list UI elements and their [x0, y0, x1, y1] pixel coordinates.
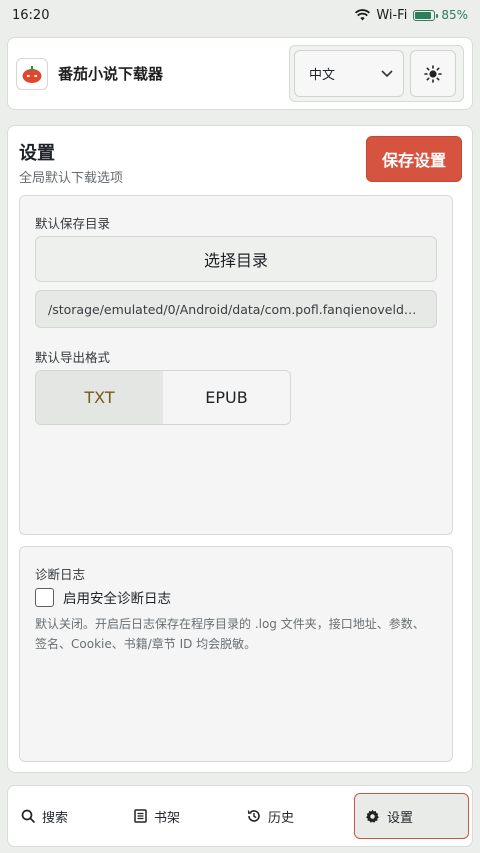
history-icon	[247, 810, 260, 822]
log-checkbox-row[interactable]: 启用安全诊断日志	[35, 587, 171, 607]
tomato-icon	[16, 57, 48, 90]
header-controls: 中文	[289, 45, 464, 102]
battery-level	[415, 11, 431, 19]
save-dir-path: /storage/emulated/0/Android/data/com.pof…	[48, 301, 424, 317]
bottom-nav: 搜索 书架 历史 设置	[7, 785, 473, 847]
nav-item-history[interactable]: 历史	[237, 793, 350, 839]
bookshelf-icon	[134, 809, 147, 823]
save-dir-path-field[interactable]: /storage/emulated/0/Android/data/com.pof…	[35, 290, 437, 328]
nav-item-search[interactable]: 搜索	[11, 793, 124, 839]
page-subtitle: 全局默认下载选项	[19, 171, 124, 186]
format-option-txt[interactable]: TXT	[36, 371, 163, 424]
language-select[interactable]: 中文	[294, 50, 404, 97]
format-option-epub[interactable]: EPUB	[163, 371, 290, 424]
log-description: 默认关闭。开启后日志保存在程序目录的 .log 文件夹，接口地址、参数、签名、C…	[35, 617, 425, 651]
nav-item-label: 搜索	[42, 810, 69, 826]
log-checkbox[interactable]	[35, 587, 54, 607]
chevron-down-icon	[381, 69, 393, 77]
nav-item-settings[interactable]: 设置	[354, 793, 469, 839]
app-header: 番茄小说下载器 中文	[7, 37, 473, 110]
sun-icon	[424, 64, 442, 83]
choose-directory-button[interactable]: 选择目录	[35, 236, 437, 282]
settings-panel: 设置 全局默认下载选项 保存设置 默认保存目录 选择目录 /storage/em…	[7, 125, 473, 773]
save-options-section: 默认保存目录 选择目录 /storage/emulated/0/Android/…	[19, 195, 453, 535]
search-icon	[21, 809, 35, 823]
save-dir-label: 默认保存目录	[35, 216, 111, 231]
status-indicators: Wi-Fi 85%	[355, 8, 468, 23]
gear-icon	[366, 809, 379, 823]
export-format-toggle: TXT EPUB	[35, 370, 291, 425]
battery-icon	[413, 9, 439, 21]
network-label: Wi-Fi	[376, 7, 408, 23]
nav-item-label: 历史	[268, 810, 295, 826]
wifi-icon	[355, 9, 371, 21]
theme-toggle-button[interactable]	[410, 50, 456, 97]
nav-item-label: 书架	[154, 810, 181, 826]
page-title: 设置	[19, 143, 55, 164]
status-time: 16:20	[12, 7, 50, 23]
nav-item-bookshelf[interactable]: 书架	[124, 793, 237, 839]
format-label: 默认导出格式	[35, 350, 111, 365]
nav-item-label: 设置	[387, 810, 414, 826]
app-title: 番茄小说下载器	[58, 65, 164, 83]
save-settings-button[interactable]: 保存设置	[366, 136, 462, 182]
log-section-title: 诊断日志	[35, 567, 86, 582]
status-bar: 16:20 Wi-Fi 85%	[0, 0, 480, 30]
log-checkbox-label: 启用安全诊断日志	[63, 591, 171, 607]
battery-percent: 85%	[441, 8, 468, 22]
diagnostic-log-section: 诊断日志 启用安全诊断日志 默认关闭。开启后日志保存在程序目录的 .log 文件…	[19, 546, 453, 762]
language-value: 中文	[309, 68, 336, 83]
